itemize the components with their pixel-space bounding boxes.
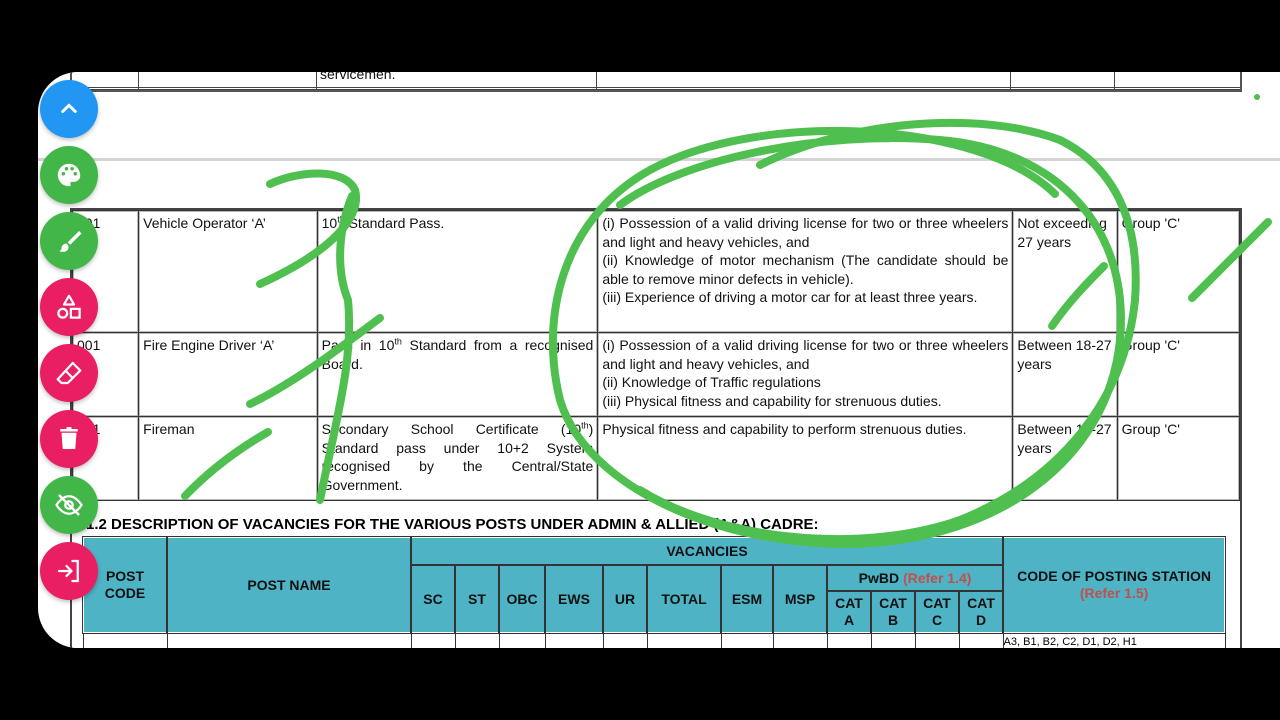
post-code-header: POST CODE	[82, 536, 168, 634]
col-header-cat-b: CAT B	[870, 590, 916, 634]
col-header-cat-a: CAT A	[826, 590, 872, 634]
age-limit-cell: Between 18-27 years	[1012, 416, 1118, 501]
collapse-toolbar-button[interactable]	[40, 80, 98, 138]
education-cell: Pass in 10th Standard from a recognised …	[316, 332, 599, 417]
col-header-sc: SC	[410, 564, 456, 634]
col-header-msp: MSP	[772, 564, 828, 634]
group-cell: Group 'C'	[1116, 332, 1241, 417]
eye-off-icon	[55, 494, 83, 516]
col-header-obc: OBC	[498, 564, 546, 634]
post-name-cell: Fireman	[138, 416, 318, 501]
page-separator	[38, 158, 1280, 161]
hide-drawings-button[interactable]	[40, 476, 98, 534]
post-name-cell: Fire Engine Driver ‘A’	[138, 332, 318, 417]
ink-dot	[1254, 94, 1260, 100]
table-row: 001 Vehicle Operator ‘A’ 10th Standard P…	[71, 210, 1241, 333]
chevron-up-icon	[61, 103, 77, 113]
trash-icon	[60, 427, 78, 449]
age-limit-cell: Between 18-27 years	[1012, 332, 1118, 417]
col-header-total: TOTAL	[646, 564, 722, 634]
vacancies-header: VACANCIES	[409, 536, 1005, 566]
col-header-cat-d: CAT D	[957, 590, 1005, 634]
top-row-text: servicemen.	[320, 72, 396, 82]
col-header-st: ST	[454, 564, 500, 634]
brush-icon	[59, 231, 82, 252]
palette-icon	[57, 163, 81, 187]
col-header-esm: ESM	[720, 564, 774, 634]
section-heading: 1.2 DESCRIPTION OF VACANCIES FOR THE VAR…	[86, 516, 819, 533]
posting-station-header: CODE OF POSTING STATION (Refer 1.5)	[1002, 536, 1227, 634]
post-name-cell: Vehicle Operator ‘A’	[138, 210, 318, 333]
eligibility-table: 001 Vehicle Operator ‘A’ 10th Standard P…	[71, 210, 1241, 501]
other-qualification-cell: Physical fitness and capability to perfo…	[597, 416, 1014, 501]
post-name-header: POST NAME	[166, 536, 412, 634]
group-cell: Group 'C'	[1116, 416, 1241, 501]
other-qualification-cell: (i) Possession of a valid driving licens…	[597, 332, 1014, 417]
vacancy-table: POST CODE POST NAME VACANCIES CODE OF PO…	[82, 536, 1227, 648]
education-cell: Secondary School Certificate (10th) Stan…	[316, 416, 599, 501]
col-header-ur: UR	[602, 564, 648, 634]
age-limit-cell: Not exceeding 27 years	[1012, 210, 1118, 333]
color-palette-button[interactable]	[40, 146, 98, 204]
pwbd-header: PwBD (Refer 1.4)	[825, 564, 1005, 592]
vacancy-header-row-1: POST CODE POST NAME VACANCIES CODE OF PO…	[82, 536, 1227, 634]
eraser-icon	[56, 361, 82, 385]
table-row: 001 Fireman Secondary School Certificate…	[71, 416, 1241, 501]
shapes-icon	[57, 294, 81, 319]
shapes-tool-button[interactable]	[40, 278, 98, 336]
education-cell: 10th Standard Pass.	[316, 210, 599, 333]
group-cell: Group 'C'	[1116, 210, 1241, 333]
posting-ref: (Refer 1.5)	[1079, 585, 1149, 601]
exit-icon	[57, 559, 79, 583]
posting-station-cell: A3, B1, B2, C2, D1, D2, H1	[1002, 632, 1226, 648]
clear-all-button[interactable]	[40, 410, 98, 468]
eraser-tool-button[interactable]	[40, 344, 98, 402]
pen-tool-button[interactable]	[40, 212, 98, 270]
document-page: 001 Vehicle Operator ‘A’ 10th Standard P…	[70, 208, 1242, 648]
col-header-ews: EWS	[544, 564, 604, 634]
previous-page-table-bottom: servicemen.	[70, 72, 1242, 92]
col-header-cat-c: CAT C	[914, 590, 960, 634]
document-viewport[interactable]: servicemen. 001 Vehicle Operator ‘A’ 10t…	[38, 72, 1280, 648]
exit-drawing-button[interactable]	[40, 542, 98, 600]
table-row: 001 Fire Engine Driver ‘A’ Pass in 10th …	[71, 332, 1241, 417]
table-row: A3, B1, B2, C2, D1, D2, H1	[82, 632, 1226, 648]
other-qualification-cell: (i) Possession of a valid driving licens…	[597, 210, 1014, 333]
